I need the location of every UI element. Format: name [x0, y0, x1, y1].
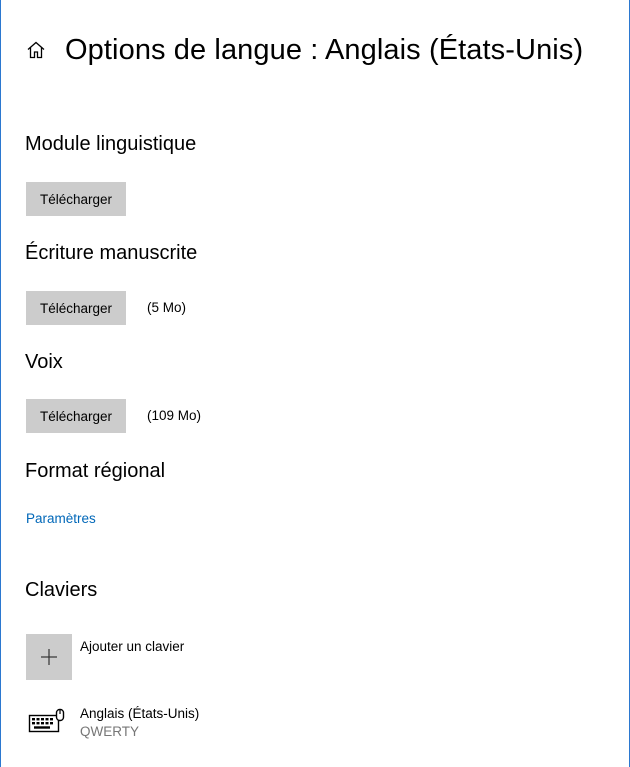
section-title-language-pack: Module linguistique — [25, 133, 197, 155]
settings-window: Options de langue : Anglais (États-Unis)… — [0, 0, 630, 767]
page-title: Options de langue : Anglais (États-Unis) — [65, 33, 584, 66]
section-title-handwriting: Écriture manuscrite — [25, 242, 198, 264]
download-language-pack-button[interactable]: Télécharger — [26, 182, 127, 216]
regional-settings-link[interactable]: Paramètres — [26, 511, 96, 526]
home-icon[interactable] — [25, 39, 47, 61]
keyboard-icon — [28, 708, 68, 734]
download-speech-button[interactable]: Télécharger — [26, 399, 127, 433]
page-header: Options de langue : Anglais (États-Unis) — [25, 30, 583, 70]
keyboard-name[interactable]: Anglais (États-Unis) — [80, 706, 199, 721]
handwriting-size: (5 Mo) — [147, 300, 187, 315]
keyboard-layout: QWERTY — [80, 724, 140, 739]
section-title-keyboards: Claviers — [25, 579, 98, 601]
section-title-speech: Voix — [25, 351, 63, 373]
speech-size: (109 Mo) — [147, 408, 202, 423]
add-keyboard-button[interactable] — [26, 634, 72, 680]
download-handwriting-button[interactable]: Télécharger — [26, 291, 127, 325]
plus-icon — [41, 649, 57, 665]
add-keyboard-label[interactable]: Ajouter un clavier — [80, 639, 184, 654]
section-title-regional-format: Format régional — [25, 460, 166, 482]
